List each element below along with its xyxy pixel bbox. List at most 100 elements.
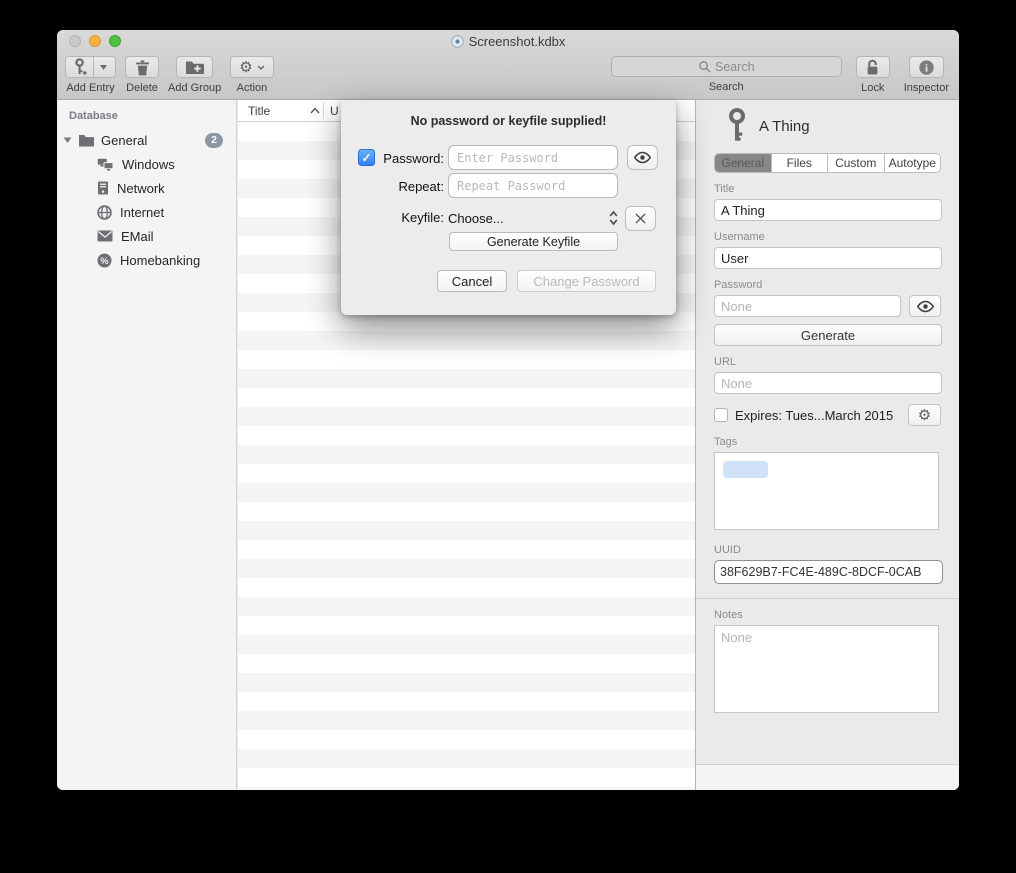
dropdown-arrow-icon [100,65,107,70]
enter-password-field[interactable] [448,145,618,170]
keyfile-label: Keyfile: [374,210,444,225]
add-group-button[interactable] [176,56,213,78]
password-field-label: Password [714,279,941,291]
svg-text:i: i [925,62,928,74]
tab-files[interactable]: Files [772,154,829,172]
inspector-footer [696,764,959,790]
document-icon [451,35,464,48]
lock-label: Lock [861,82,884,94]
generate-password-button[interactable]: Generate [714,324,942,346]
entry-count-badge: 2 [205,133,223,148]
tab-autotype[interactable]: Autotype [885,154,941,172]
sidebar-item-label: Windows [122,157,175,172]
password-checkbox[interactable]: ✓ [358,149,375,166]
keyfile-popup[interactable]: Choose... [448,206,618,230]
username-field[interactable] [714,247,942,269]
show-password-button[interactable] [627,145,658,170]
column-divider[interactable] [323,102,324,119]
repeat-label: Repeat: [374,179,444,194]
search-input[interactable]: Search [611,56,842,77]
keyfile-value: Choose... [448,211,609,226]
trash-icon [135,59,150,76]
add-entry-label: Add Entry [66,82,114,94]
close-x-icon [634,212,647,225]
titlebar: Screenshot.kdbx [57,30,959,52]
svg-text:%: % [100,255,109,266]
envelope-icon [97,230,113,242]
sheet-message: No password or keyfile supplied! [341,114,676,128]
action-button[interactable]: ⚙ [230,56,273,78]
tags-box[interactable] [714,452,939,530]
sidebar-item-windows[interactable]: Windows [57,152,236,176]
column-header-username[interactable]: U [330,104,339,118]
expires-label: Expires: Tues...March 2015 [735,408,893,423]
delete-button[interactable] [125,56,159,78]
inspector-label: Inspector [904,82,949,94]
expires-settings-button[interactable]: ⚙ [908,404,941,426]
cancel-button[interactable]: Cancel [437,270,507,292]
sidebar-item-homebanking[interactable]: % Homebanking [57,248,236,272]
column-header-title[interactable]: Title [238,104,270,118]
password-label: Password: [374,151,444,166]
app-window: Screenshot.kdbx Add Entry Delete [57,30,959,790]
delete-label: Delete [126,82,158,94]
gear-icon: ⚙ [239,60,252,75]
url-field-label: URL [714,356,941,368]
group-sidebar: Database General 2 Windows Network Inter… [57,100,237,790]
inspector-button[interactable]: i [909,56,944,78]
sidebar-item-general[interactable]: General 2 [57,128,236,152]
title-field[interactable] [714,199,942,221]
eye-icon [916,300,935,313]
tab-custom[interactable]: Custom [828,154,885,172]
url-field[interactable] [714,372,942,394]
repeat-password-field[interactable] [448,173,618,198]
search-label: Search [709,81,744,93]
toolbar: Add Entry Delete Add Group ⚙ [57,52,959,100]
sidebar-item-internet[interactable]: Internet [57,200,236,224]
sidebar-item-label: Homebanking [120,253,200,268]
key-icon [728,108,746,144]
notes-label: Notes [714,609,941,621]
add-entry-button[interactable] [65,56,116,78]
change-password-button[interactable]: Change Password [517,270,656,292]
inspector-tabs: General Files Custom Autotype [714,153,941,173]
password-field[interactable] [714,295,901,317]
action-label: Action [237,82,268,94]
clear-keyfile-button[interactable] [625,206,656,231]
sidebar-header: Database [69,110,236,122]
divider [696,598,959,599]
search-placeholder: Search [715,60,755,74]
server-icon [97,181,109,195]
globe-icon [97,205,112,220]
stepper-icon [609,210,618,226]
sidebar-item-label: General [101,133,147,148]
generate-keyfile-button[interactable]: Generate Keyfile [449,232,618,251]
eye-icon [633,151,652,164]
percent-icon: % [97,253,112,268]
notes-field[interactable] [714,625,939,713]
sidebar-item-network[interactable]: Network [57,176,236,200]
split-divider [93,57,94,77]
info-icon: i [918,59,935,76]
lock-button[interactable] [856,56,890,78]
chevron-down-icon [257,65,265,70]
sidebar-item-label: EMail [121,229,154,244]
key-plus-icon [74,58,87,77]
window-chrome: Screenshot.kdbx Add Entry Delete [57,30,959,100]
gear-icon: ⚙ [918,408,931,423]
sidebar-item-label: Network [117,181,165,196]
tab-general[interactable]: General [715,154,772,172]
windows-icon [97,158,114,171]
reveal-password-button[interactable] [909,295,941,317]
window-title-area: Screenshot.kdbx [57,30,959,52]
disclosure-triangle-icon[interactable] [63,136,72,144]
folder-plus-icon [185,60,204,75]
username-field-label: Username [714,231,941,243]
expires-checkbox[interactable] [714,408,728,422]
tags-label: Tags [714,436,941,448]
tag-pill[interactable] [723,461,768,478]
uuid-field[interactable] [714,560,943,584]
sidebar-item-label: Internet [120,205,164,220]
sidebar-item-email[interactable]: EMail [57,224,236,248]
lock-open-icon [865,58,880,77]
